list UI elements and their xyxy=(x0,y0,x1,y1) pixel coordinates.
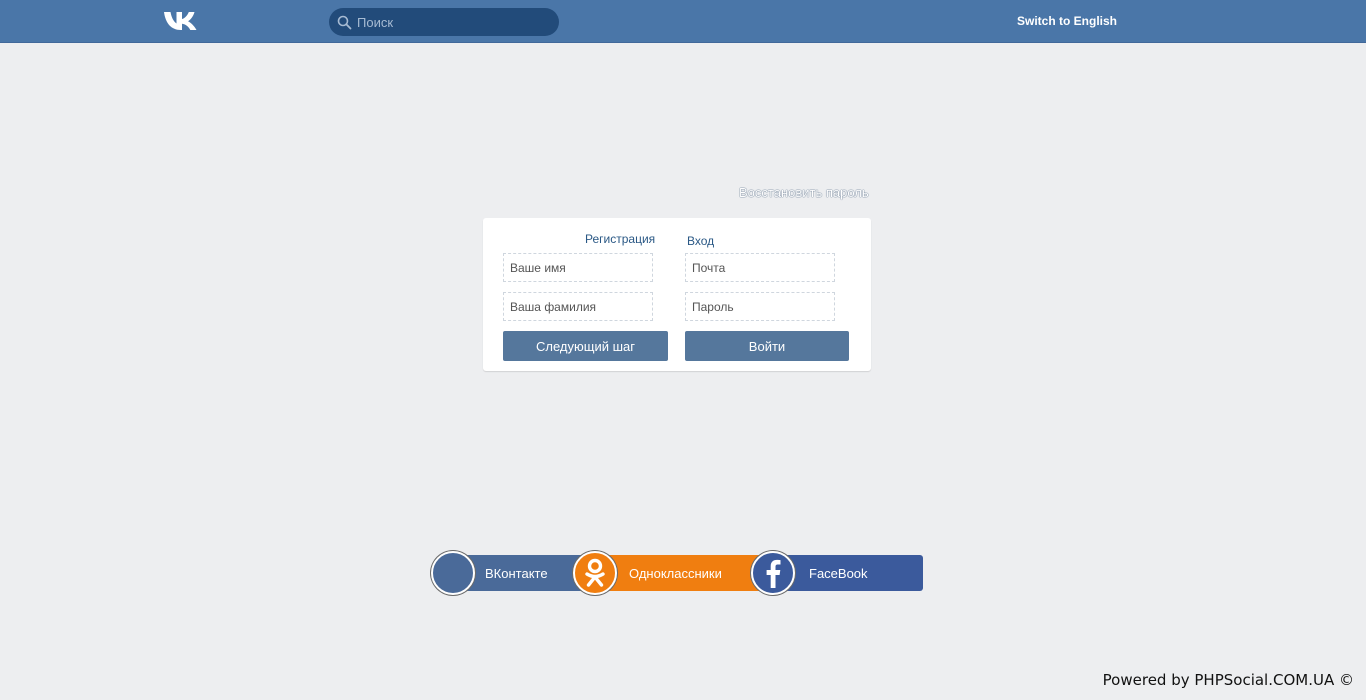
last-name-field[interactable] xyxy=(503,292,653,321)
switch-language-link[interactable]: Switch to English xyxy=(1017,14,1117,28)
registration-title: Регистрация xyxy=(585,232,656,246)
password-field[interactable] xyxy=(685,292,835,321)
vk-logo-icon[interactable] xyxy=(163,11,198,31)
login-button[interactable]: Войти xyxy=(685,331,849,361)
odnoklassniki-social-button[interactable]: Одноклассники xyxy=(573,551,763,595)
odnoklassniki-social-label: Одноклассники xyxy=(629,566,722,581)
login-title: Вход xyxy=(687,234,715,248)
facebook-social-label: FaceBook xyxy=(809,566,868,581)
auth-card: Регистрация Вход Следующий шаг Войти xyxy=(483,218,871,371)
vk-social-label: ВКонтакте xyxy=(485,566,548,581)
top-header: Switch to English xyxy=(0,0,1366,43)
facebook-icon xyxy=(751,551,795,595)
odnoklassniki-icon xyxy=(573,551,617,595)
footer-powered-by: Powered by PHPSocial.COM.UA © xyxy=(1102,671,1354,689)
first-name-field[interactable] xyxy=(503,253,653,282)
search-box[interactable] xyxy=(329,8,559,36)
vk-circle-icon xyxy=(431,551,475,595)
search-icon xyxy=(337,15,352,30)
facebook-social-button[interactable]: FaceBook xyxy=(751,551,923,595)
restore-password-link[interactable]: Восстановить пароль xyxy=(739,185,869,200)
next-step-button[interactable]: Следующий шаг xyxy=(503,331,668,361)
vk-social-button[interactable]: ВКонтакте xyxy=(431,551,591,595)
email-field[interactable] xyxy=(685,253,835,282)
search-input[interactable] xyxy=(357,8,552,36)
